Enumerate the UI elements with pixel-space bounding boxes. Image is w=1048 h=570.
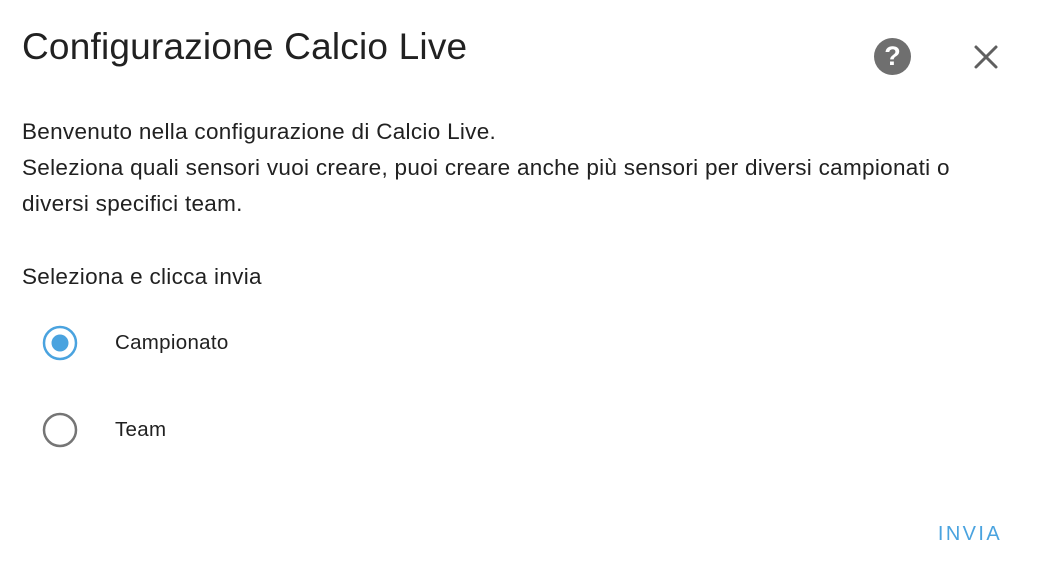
- description-line-instructions: Seleziona quali sensori vuoi creare, puo…: [22, 155, 950, 216]
- help-icon[interactable]: ?: [874, 38, 911, 75]
- radio-label-campionato: Campionato: [115, 331, 229, 354]
- radio-selected-icon[interactable]: [42, 325, 78, 361]
- radio-unselected-icon[interactable]: [42, 412, 78, 448]
- radio-option-team[interactable]: Team: [42, 406, 166, 454]
- config-dialog: Configurazione Calcio Live ? Benvenuto n…: [0, 0, 1048, 570]
- radio-option-campionato[interactable]: Campionato: [42, 319, 229, 367]
- submit-button[interactable]: INVIA: [926, 512, 1014, 556]
- close-icon[interactable]: [967, 38, 1005, 76]
- dialog-title: Configurazione Calcio Live: [22, 26, 468, 67]
- dialog-description: Benvenuto nella configurazione di Calcio…: [22, 114, 982, 222]
- radio-label-team: Team: [115, 418, 167, 441]
- form-label: Seleziona e clicca invia: [22, 264, 262, 289]
- description-line-welcome: Benvenuto nella configurazione di Calcio…: [22, 119, 497, 144]
